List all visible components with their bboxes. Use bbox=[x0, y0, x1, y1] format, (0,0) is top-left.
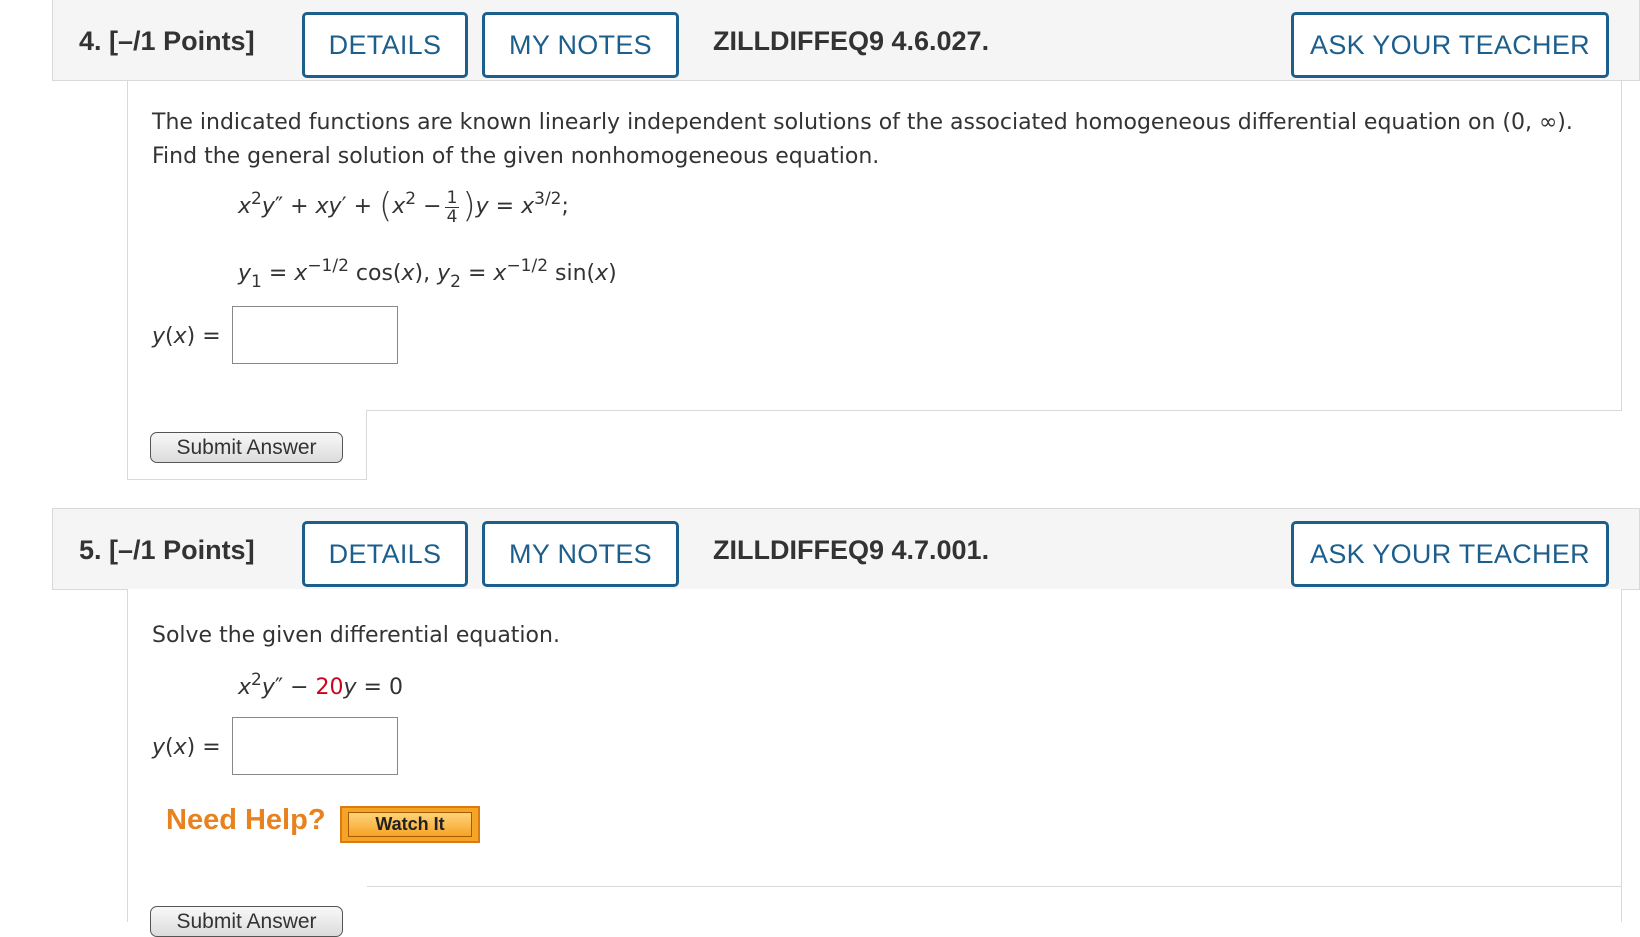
q4-header: 4. [–/1 Points] DETAILS MY NOTES ZILLDIF… bbox=[52, 0, 1640, 81]
q5-my-notes-button[interactable]: MY NOTES bbox=[482, 521, 679, 587]
q4-equation: x2y″ + xy′ + (x2 −1 4)y = x3/2; bbox=[238, 186, 569, 227]
q5-coefficient: 20 bbox=[315, 675, 344, 700]
q4-title: 4. [–/1 Points] bbox=[79, 0, 255, 82]
q4-prompt-line1: The indicated functions are known linear… bbox=[152, 110, 1573, 135]
watch-it-label: Watch It bbox=[348, 812, 472, 837]
q5-equation: x2y″ − 20y = 0 bbox=[238, 670, 403, 700]
q5-details-button[interactable]: DETAILS bbox=[302, 521, 468, 587]
q4-problem-code: ZILLDIFFEQ9 4.6.027. bbox=[713, 26, 990, 56]
watch-it-button[interactable]: Watch It bbox=[340, 806, 480, 843]
q4-number: 4. bbox=[79, 26, 102, 56]
q4-answer-input[interactable] bbox=[232, 306, 398, 364]
q5-prompt: Solve the given differential equation. bbox=[152, 623, 560, 648]
need-help-label: Need Help? bbox=[166, 804, 326, 836]
q4-my-notes-button[interactable]: MY NOTES bbox=[482, 12, 679, 78]
q4-prompt-line2: Find the general solution of the given n… bbox=[152, 144, 880, 169]
q5-number: 5. bbox=[79, 535, 102, 565]
q5-ask-teacher-button[interactable]: ASK YOUR TEACHER bbox=[1291, 521, 1609, 587]
q5-header: 5. [–/1 Points] DETAILS MY NOTES ZILLDIF… bbox=[52, 508, 1640, 590]
q4-solutions: y1 = x−1/2 cos(x), y2 = x−1/2 sin(x) bbox=[238, 256, 617, 292]
q5-divider bbox=[367, 886, 1622, 887]
q4-details-button[interactable]: DETAILS bbox=[302, 12, 468, 78]
q4-points: [–/1 Points] bbox=[109, 26, 255, 56]
q5-points: [–/1 Points] bbox=[109, 535, 255, 565]
q4-ask-teacher-button[interactable]: ASK YOUR TEACHER bbox=[1291, 12, 1609, 78]
fraction-one-quarter: 14 bbox=[444, 187, 460, 227]
q5-title: 5. [–/1 Points] bbox=[79, 509, 255, 591]
q5-problem-code: ZILLDIFFEQ9 4.7.001. bbox=[713, 535, 990, 565]
q4-submit-button[interactable]: Submit Answer bbox=[150, 432, 343, 463]
q5-answer-input[interactable] bbox=[232, 717, 398, 775]
q4-answer-label: y(x) = bbox=[152, 324, 221, 349]
q5-answer-label: y(x) = bbox=[152, 735, 221, 760]
